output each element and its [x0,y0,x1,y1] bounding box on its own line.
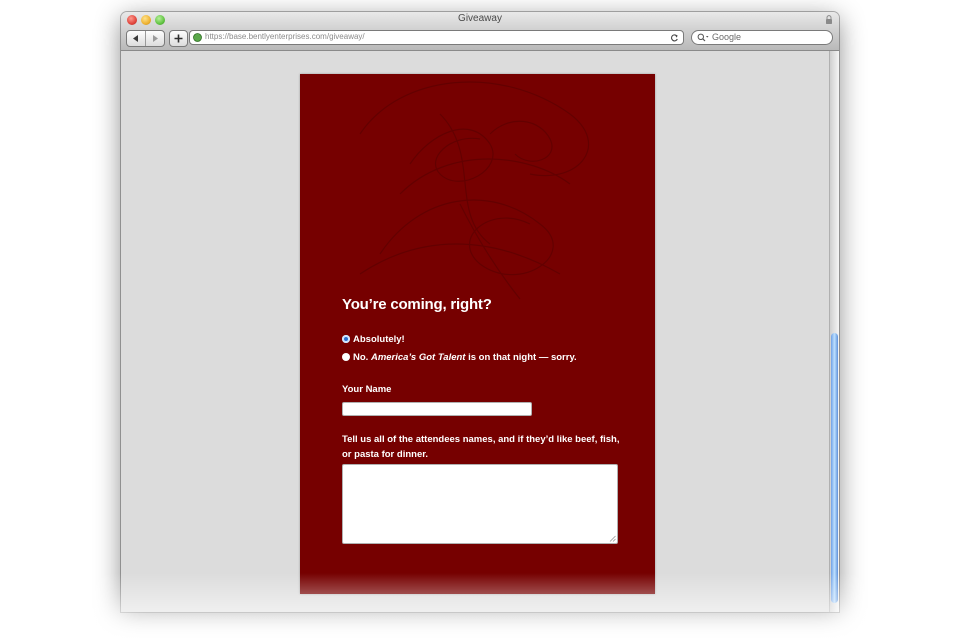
add-bookmark-button[interactable] [169,30,188,47]
back-arrow-icon [133,35,138,42]
search-field[interactable]: Google [691,30,833,45]
title-bar: Giveaway [121,12,839,28]
page-content: You’re coming, right? Absolutely! No. Am… [121,51,839,612]
page-title: You’re coming, right? [342,296,492,313]
radio-label-yes: Absolutely! [353,334,405,345]
vertical-scrollbar[interactable] [829,51,839,612]
radio-option-no[interactable]: No. America’s Got Talent is on that nigh… [342,352,577,363]
resize-grip-icon[interactable] [609,535,616,542]
browser-toolbar: https://base.bentlyenterprises.com/givea… [121,28,839,51]
plus-icon [174,34,183,43]
rsvp-panel: You’re coming, right? Absolutely! No. Am… [300,74,655,594]
search-icon [697,33,709,42]
address-bar[interactable]: https://base.bentlyenterprises.com/givea… [189,30,684,45]
radio-button-selected[interactable] [342,335,350,343]
attendees-textarea[interactable] [342,464,618,544]
radio-option-yes[interactable]: Absolutely! [342,334,405,345]
name-label: Your Name [342,384,392,395]
radio-label-no-show: America’s Got Talent [370,352,466,363]
window-title: Giveaway [458,13,502,24]
back-button[interactable] [127,31,145,46]
radio-label-no-prefix: No. [353,352,369,363]
url-text: https://base.bentlyenterprises.com/givea… [205,32,365,41]
name-input[interactable] [342,402,532,416]
forward-arrow-icon [153,35,158,42]
browser-window: Giveaway https://base.bentlyenterprises.… [121,12,839,612]
bottom-fade-overlay [0,573,960,643]
radio-button[interactable] [342,353,350,361]
forward-button[interactable] [146,31,164,46]
search-placeholder: Google [712,32,742,42]
reload-icon[interactable] [670,33,679,42]
attendees-label: Tell us all of the attendees names, and … [342,434,620,460]
rsvp-script-decoration [359,81,590,300]
lock-icon [826,15,832,24]
radio-label-no-suffix: is on that night — sorry. [468,352,577,363]
nav-buttons [126,30,165,47]
globe-icon [193,33,202,42]
scrollbar-thumb[interactable] [831,333,838,603]
